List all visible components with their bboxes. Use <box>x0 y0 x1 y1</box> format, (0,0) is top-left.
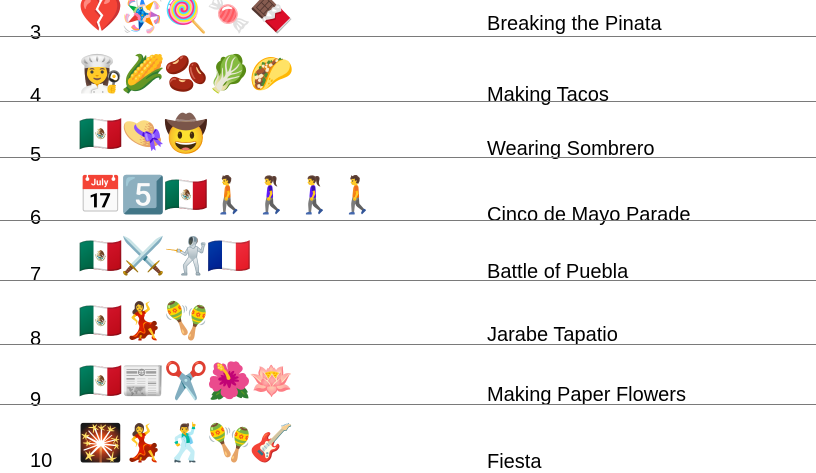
emoji-clue: 🇲🇽⚔️🤺🇫🇷 <box>78 235 251 276</box>
row-divider <box>0 36 816 37</box>
row-divider <box>0 404 816 405</box>
emoji-clue: 👩‍🍳🌽🫘🥬🌮 <box>78 53 294 94</box>
row-number: 9 <box>30 389 42 411</box>
row-divider <box>0 220 816 221</box>
emoji-clue: 🎇💃🕺🪇🎸 <box>78 422 294 463</box>
row-answer: Making Tacos <box>487 84 609 106</box>
row-answer: Jarabe Tapatio <box>487 324 618 346</box>
row-number: 7 <box>30 264 42 286</box>
row-answer: Battle of Puebla <box>487 261 629 283</box>
row-answer: Breaking the Pinata <box>487 13 662 35</box>
row-divider <box>0 101 816 102</box>
row-number: 8 <box>30 328 42 350</box>
emoji-clue: 🇲🇽💃🪇 <box>78 300 208 341</box>
row-answer: Wearing Sombrero <box>487 138 655 160</box>
row-divider <box>0 344 816 345</box>
emoji-clue: 🇲🇽📰✂️🌺🪷 <box>78 360 294 401</box>
row-number: 6 <box>30 207 42 229</box>
row-divider <box>0 280 816 281</box>
row-answer: Cinco de Mayo Parade <box>487 204 691 226</box>
row-answer: Fiesta <box>487 451 542 473</box>
row-number: 5 <box>30 144 42 166</box>
row-answer: Making Paper Flowers <box>487 384 686 406</box>
row-divider <box>0 157 816 158</box>
emoji-clue: 🇲🇽👒🤠 <box>78 113 208 154</box>
emoji-clue: 💔🪅🍭🍬🍫 <box>78 0 294 34</box>
emoji-clue: 📅5️⃣🇲🇽🚶🚶‍♀️🚶‍♀️🚶 <box>78 174 380 215</box>
row-number: 10 <box>30 450 53 472</box>
row-number: 4 <box>30 85 42 107</box>
row-number: 3 <box>30 22 42 44</box>
